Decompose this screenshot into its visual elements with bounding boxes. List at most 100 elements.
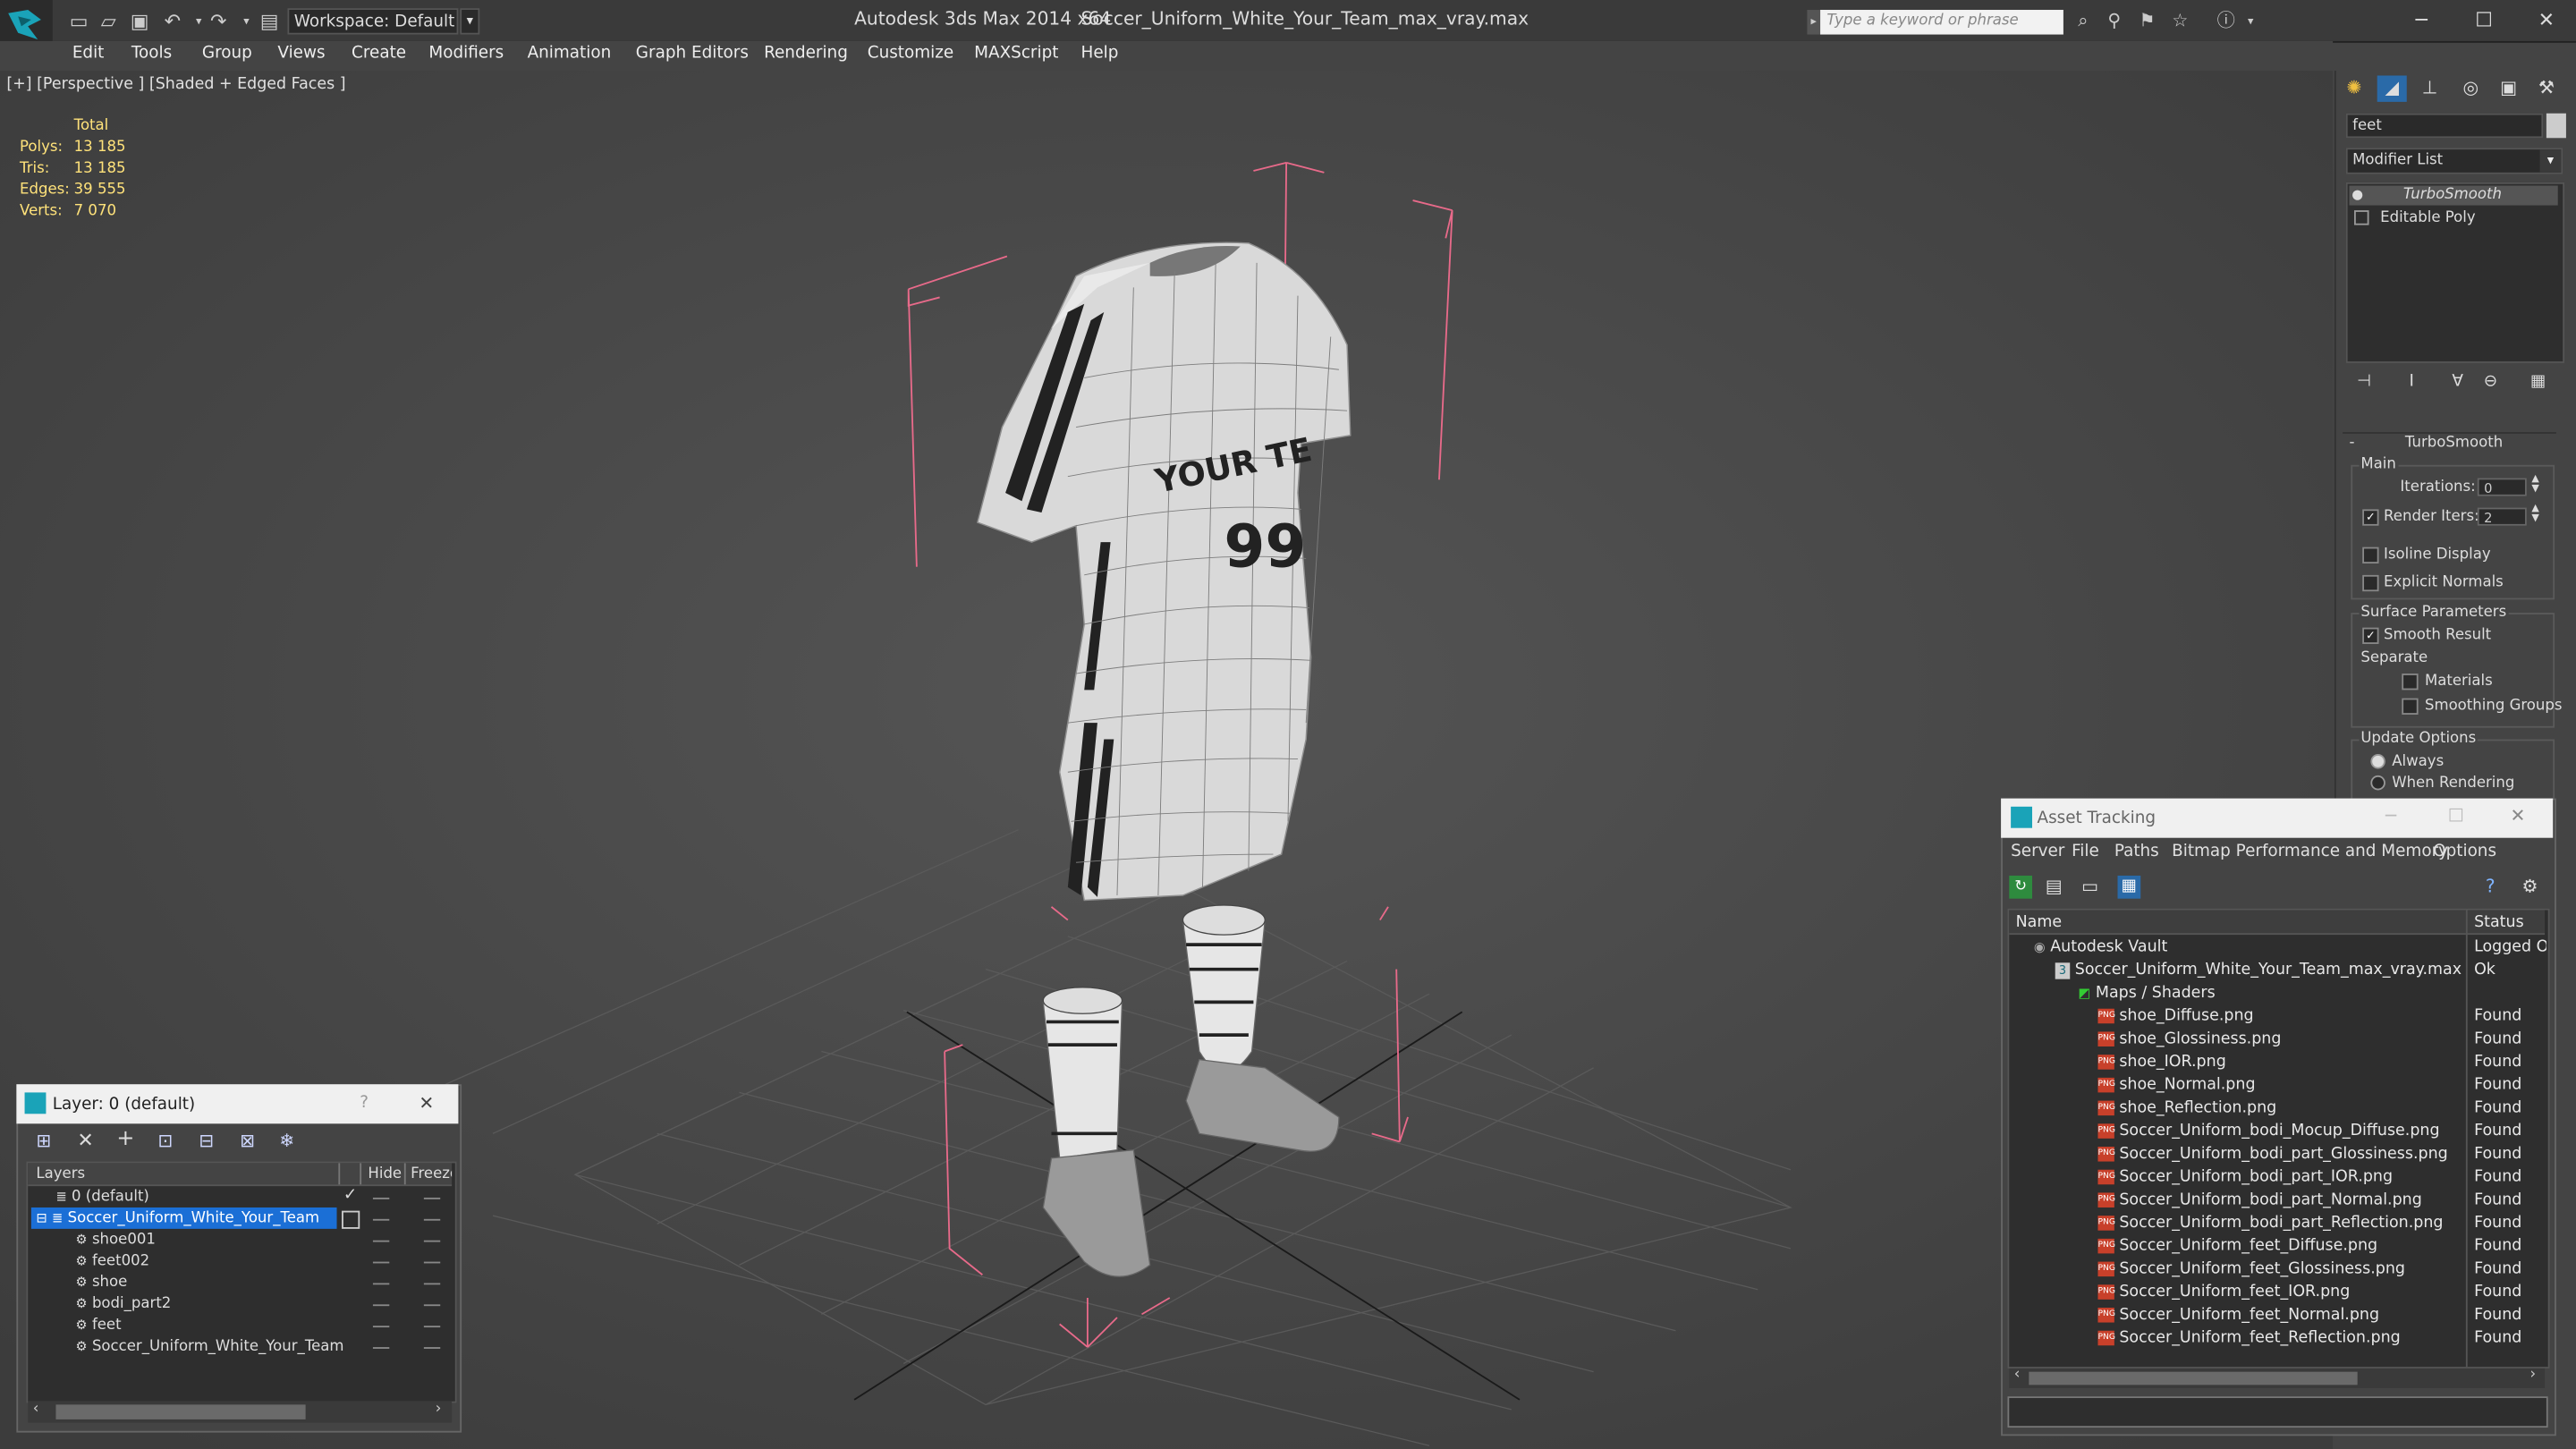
object-name-input[interactable]: feet: [2345, 113, 2544, 139]
hide-toggle[interactable]: [372, 1261, 390, 1264]
save-file-icon[interactable]: ▣: [126, 8, 152, 34]
layer-object-row[interactable]: ⚙ Soccer_Uniform_White_Your_Team: [31, 1335, 343, 1357]
viewport-label[interactable]: [+] [Perspective ] [Shaded + Edged Faces…: [6, 75, 345, 93]
create-layer-icon[interactable]: ⊞: [36, 1131, 51, 1152]
asset-file-row[interactable]: PNG shoe_Diffuse.png: [2097, 1005, 2254, 1029]
hide-toggle[interactable]: [372, 1218, 390, 1221]
lightbulb-icon[interactable]: ●: [2349, 186, 2365, 206]
motion-tab-icon[interactable]: ◎: [2456, 75, 2486, 101]
explicit-normals-checkbox[interactable]: [2362, 574, 2379, 592]
asset-minimize-button[interactable]: ─: [2385, 805, 2396, 826]
workspace-select[interactable]: Workspace: Default: [287, 8, 459, 35]
select-in-layer-icon[interactable]: ⊡: [157, 1131, 173, 1152]
asset-maximize-button[interactable]: ☐: [2448, 805, 2464, 826]
materials-checkbox[interactable]: [2402, 674, 2419, 691]
layer-row-soccer-uniform[interactable]: ⊟ ≣ Soccer_Uniform_White_Your_Team: [30, 1207, 337, 1229]
collapse-icon[interactable]: ⊟: [36, 1211, 47, 1226]
modify-tab-icon[interactable]: ◢: [2377, 75, 2407, 102]
menu-maxscript[interactable]: MAXScript: [974, 45, 1058, 63]
asset-file-row[interactable]: PNG Soccer_Uniform_feet_Normal.png: [2097, 1304, 2379, 1327]
always-radio[interactable]: [2370, 754, 2385, 769]
open-file-icon[interactable]: ▱: [96, 8, 122, 34]
add-to-layer-icon[interactable]: +: [116, 1127, 134, 1152]
details-view-icon[interactable]: ▭: [2081, 876, 2098, 897]
asset-row-vault[interactable]: ◉ Autodesk Vault: [2034, 936, 2167, 960]
col-hide-header[interactable]: Hide: [368, 1166, 402, 1182]
scroll-left-icon[interactable]: ‹: [33, 1402, 39, 1418]
asset-file-row[interactable]: PNG Soccer_Uniform_bodi_part_Normal.png: [2097, 1190, 2422, 1213]
freeze-toggle[interactable]: [423, 1261, 441, 1264]
hierarchy-tab-icon[interactable]: ⊥: [2415, 75, 2445, 101]
asset-file-row[interactable]: PNG shoe_Normal.png: [2097, 1074, 2256, 1097]
rollout-collapse-icon[interactable]: -: [2349, 436, 2354, 452]
hide-toggle[interactable]: [372, 1304, 390, 1307]
isoline-display-checkbox[interactable]: [2362, 547, 2379, 564]
new-file-icon[interactable]: ▭: [65, 8, 91, 34]
menu-edit[interactable]: Edit: [72, 45, 105, 63]
freeze-toggle[interactable]: [423, 1218, 441, 1221]
stack-item-turbosmooth[interactable]: ● TurboSmooth: [2349, 185, 2558, 206]
freeze-toggle[interactable]: [423, 1304, 441, 1307]
layer-help-button[interactable]: ?: [360, 1094, 369, 1112]
asset-file-row[interactable]: PNG Soccer_Uniform_feet_Glossiness.png: [2097, 1258, 2405, 1282]
refresh-icon[interactable]: ↻: [2009, 875, 2032, 899]
asset-file-row[interactable]: PNG Soccer_Uniform_feet_Diffuse.png: [2097, 1235, 2377, 1258]
close-button[interactable]: ✕: [2530, 6, 2563, 32]
asset-file-row[interactable]: PNG Soccer_Uniform_bodi_Mocup_Diffuse.png: [2097, 1121, 2440, 1144]
asset-file-row[interactable]: PNG Soccer_Uniform_bodi_part_IOR.png: [2097, 1166, 2393, 1190]
asset-row-max-file[interactable]: 3 Soccer_Uniform_White_Your_Team_max_vra…: [2055, 960, 2462, 983]
asset-menu-bitmap-performance[interactable]: Bitmap Performance and Memory: [2172, 843, 2448, 860]
layer-row-default[interactable]: ≣ 0 (default): [31, 1186, 337, 1208]
asset-menu-options[interactable]: Options: [2433, 843, 2496, 860]
asset-file-row[interactable]: PNG shoe_Reflection.png: [2097, 1097, 2276, 1121]
menu-graph-editors[interactable]: Graph Editors: [636, 45, 749, 63]
show-end-result-icon[interactable]: Ⅰ: [2400, 371, 2423, 394]
asset-file-row[interactable]: PNG Soccer_Uniform_bodi_part_Reflection.p…: [2097, 1212, 2443, 1235]
maximize-button[interactable]: ☐: [2468, 6, 2501, 32]
remove-modifier-icon[interactable]: ⊖: [2479, 371, 2503, 394]
menu-modifiers[interactable]: Modifiers: [428, 45, 504, 63]
asset-close-button[interactable]: ✕: [2510, 805, 2525, 826]
freeze-all-layers-icon[interactable]: ❄: [279, 1131, 294, 1152]
smoothing-groups-checkbox[interactable]: [2402, 698, 2419, 715]
render-iters-spinner-arrows-icon[interactable]: ▲ ▼: [2531, 504, 2538, 524]
layer-object-row[interactable]: ⚙ feet002: [31, 1250, 337, 1272]
iterations-spinner-arrows-icon[interactable]: ▲ ▼: [2531, 474, 2538, 495]
configure-sets-icon[interactable]: ▦: [2527, 371, 2550, 394]
modifier-list-select[interactable]: Modifier List: [2345, 148, 2563, 174]
freeze-toggle[interactable]: [423, 1347, 441, 1349]
current-layer-check-icon[interactable]: ✓: [343, 1186, 357, 1204]
hide-toggle[interactable]: [372, 1197, 390, 1199]
render-iters-checkbox[interactable]: ✓: [2362, 509, 2379, 526]
iterations-spinner[interactable]: 0: [2477, 478, 2527, 496]
table-view-icon[interactable]: ▦: [2117, 875, 2141, 899]
when-rendering-radio[interactable]: [2370, 775, 2385, 791]
layer-hscroll-thumb[interactable]: [55, 1404, 306, 1419]
utilities-tab-icon[interactable]: ⚒: [2531, 75, 2561, 101]
scroll-left-icon[interactable]: ‹: [2014, 1367, 2021, 1383]
scroll-right-icon[interactable]: ›: [436, 1402, 442, 1418]
menu-views[interactable]: Views: [277, 45, 325, 63]
freeze-toggle[interactable]: [423, 1326, 441, 1328]
list-view-icon[interactable]: ▤: [2046, 876, 2063, 897]
col-layers-header[interactable]: Layers: [36, 1166, 85, 1182]
asset-settings-icon[interactable]: ⚙: [2521, 876, 2538, 897]
asset-file-row[interactable]: PNG Soccer_Uniform_bodi_part_Glossiness.p…: [2097, 1143, 2448, 1166]
delete-layer-icon[interactable]: ✕: [77, 1129, 93, 1152]
hide-toggle[interactable]: [372, 1326, 390, 1328]
hide-toggle[interactable]: [372, 1240, 390, 1242]
undo-icon[interactable]: ↶: [159, 8, 185, 34]
layer-object-row[interactable]: ⚙ bodi_part2: [31, 1292, 337, 1314]
layer-close-button[interactable]: ✕: [419, 1092, 434, 1114]
object-color-swatch[interactable]: [2546, 113, 2566, 139]
hide-toggle[interactable]: [372, 1283, 390, 1285]
menu-animation[interactable]: Animation: [528, 45, 612, 63]
workspace-dropdown-icon[interactable]: ▾: [460, 8, 480, 35]
menu-tools[interactable]: Tools: [131, 45, 172, 63]
col-status-header[interactable]: Status: [2474, 913, 2524, 931]
search-expand-icon[interactable]: ▸: [1807, 10, 1821, 35]
menu-help[interactable]: Help: [1081, 45, 1119, 63]
hide-all-layers-icon[interactable]: ⊠: [240, 1131, 255, 1152]
menu-group[interactable]: Group: [202, 45, 252, 63]
subscription-icon[interactable]: ⚲: [2103, 10, 2126, 33]
